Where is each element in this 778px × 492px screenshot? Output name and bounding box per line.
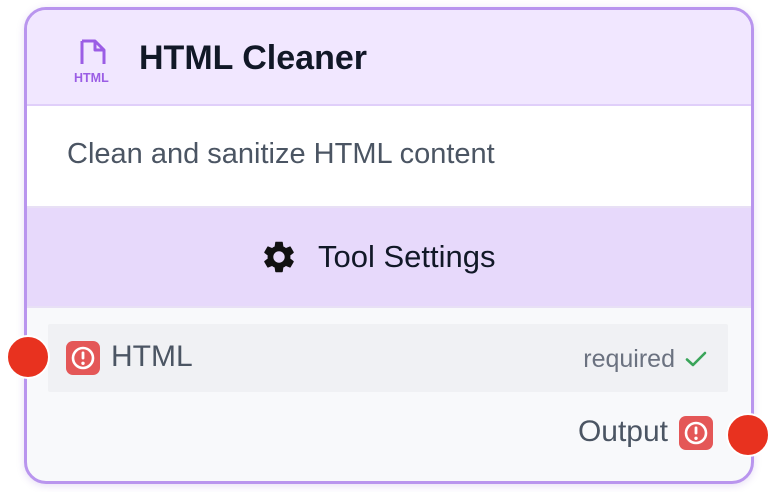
output-port-handle[interactable] xyxy=(726,413,770,457)
alert-icon xyxy=(679,416,713,450)
description-text: Clean and sanitize HTML content xyxy=(67,138,495,170)
gear-icon xyxy=(260,238,298,276)
output-label: Output xyxy=(577,415,668,448)
node-description: Clean and sanitize HTML content xyxy=(27,106,751,208)
check-icon xyxy=(682,345,710,373)
input-label: HTML xyxy=(111,340,193,373)
node-title: HTML Cleaner xyxy=(139,39,367,77)
html-cleaner-node[interactable]: HTML HTML Cleaner Clean and sanitize HTM… xyxy=(24,7,754,484)
required-status: required xyxy=(583,345,675,373)
alert-icon xyxy=(66,341,100,375)
tool-settings-label: Tool Settings xyxy=(318,239,496,274)
input-port-handle[interactable] xyxy=(6,335,50,379)
svg-text:HTML: HTML xyxy=(74,71,109,84)
input-html-row[interactable]: HTML required xyxy=(48,324,728,392)
tool-settings-button[interactable]: Tool Settings xyxy=(27,208,751,308)
html-file-icon: HTML xyxy=(73,38,113,85)
node-header[interactable]: HTML HTML Cleaner xyxy=(27,10,751,106)
